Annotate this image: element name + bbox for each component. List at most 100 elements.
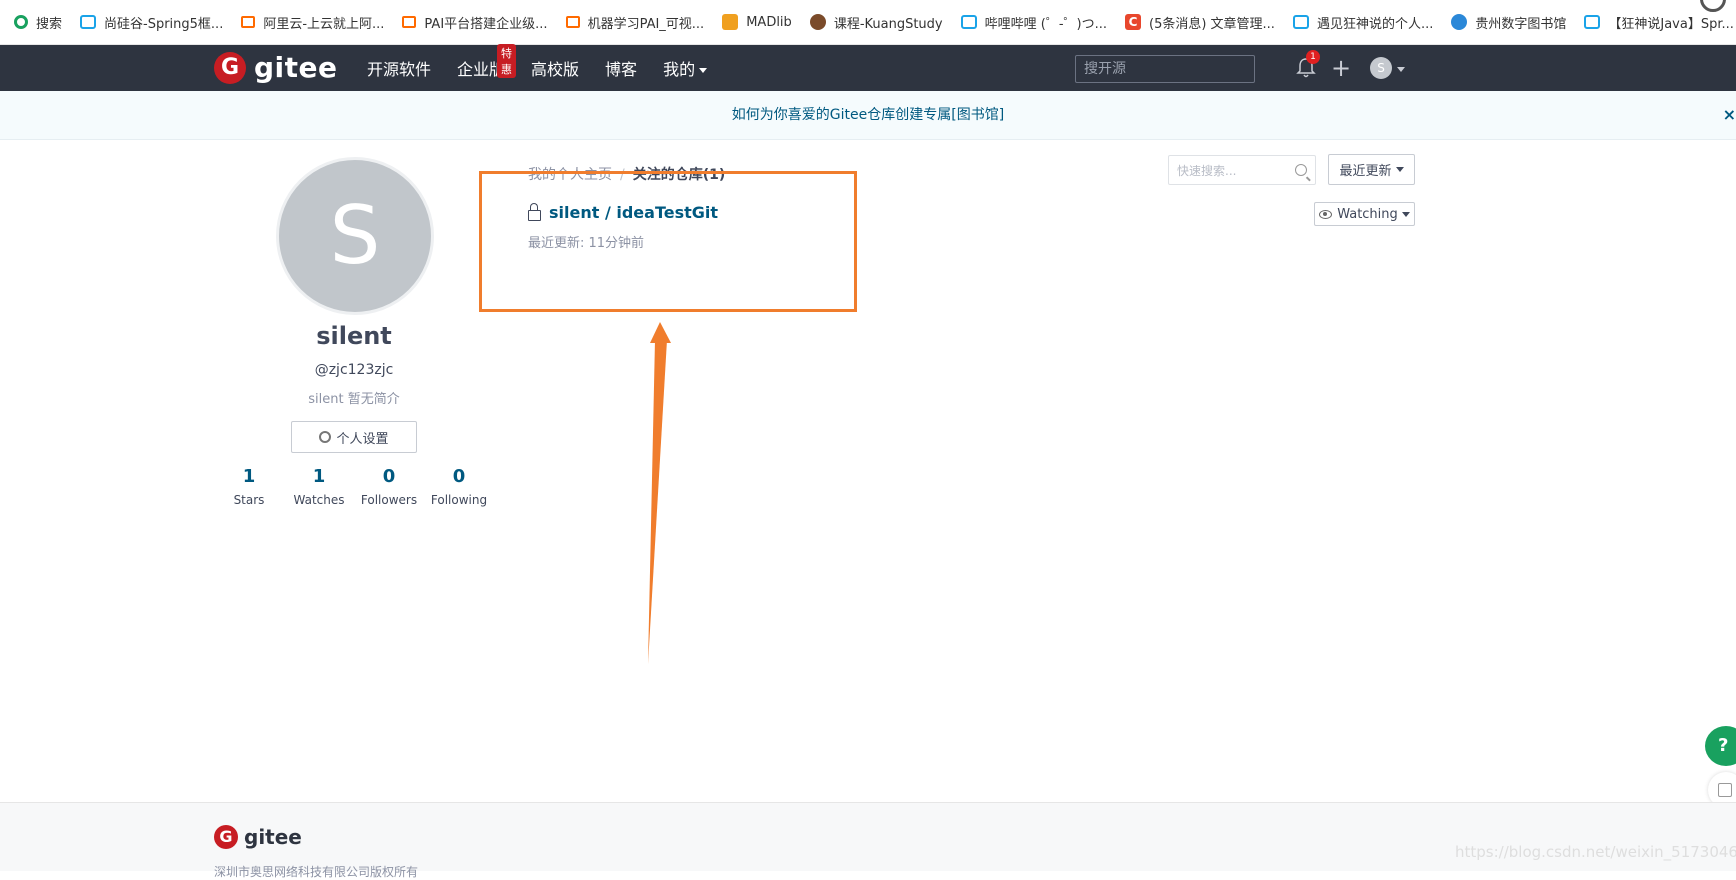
search-icon	[1295, 164, 1307, 176]
stat-value: 0	[452, 466, 466, 487]
eye-icon	[1319, 209, 1333, 219]
bookmark-spring5[interactable]: 尚硅谷-Spring5框...	[80, 13, 223, 32]
bookmarks-bar: 搜索 尚硅谷-Spring5框... 阿里云-上云就上阿... PAI平台搭建企…	[0, 0, 1736, 45]
bookmark-label: (5条消息) 文章管理...	[1149, 16, 1275, 32]
bookmark-kuangshen-java[interactable]: 【狂神说Java】Spr...	[1584, 13, 1734, 32]
bookmark-kuangshen[interactable]: 遇见狂神说的个人...	[1292, 13, 1434, 32]
profile-bio: silent 暂无简介	[308, 392, 400, 407]
nav-blog[interactable]: 博客	[605, 56, 637, 80]
plus-icon[interactable]: +	[1331, 56, 1351, 80]
notification-count-badge: 1	[1306, 50, 1320, 64]
chevron-down-icon	[699, 68, 708, 73]
gitee-logo[interactable]: G gitee	[214, 51, 338, 84]
bookmark-madlib[interactable]: MADlib	[722, 14, 792, 30]
chevron-down-icon	[1397, 67, 1405, 72]
nav-search-input[interactable]: 搜开源	[1075, 55, 1255, 83]
stat-label: Following	[430, 493, 488, 507]
banner-link[interactable]: 如何为你喜爱的Gitee仓库创建专属[图书馆]	[732, 107, 1004, 123]
search-icon	[14, 15, 28, 29]
bilibili-icon	[1584, 15, 1601, 29]
gitee-logo-icon: G	[214, 825, 238, 849]
bookmark-label: 遇见狂神说的个人...	[1316, 16, 1434, 32]
breadcrumb-home[interactable]: 我的个人主页	[528, 167, 612, 183]
footer-copyright: 深圳市奥思网络科技有限公司版权所有	[214, 865, 419, 879]
bookmark-label: 【狂神说Java】Spr...	[1608, 16, 1734, 32]
help-button[interactable]: ?	[1705, 726, 1736, 766]
bookmark-pai[interactable]: PAI平台搭建企业级...	[402, 13, 548, 32]
nav-open-source[interactable]: 开源软件	[367, 56, 431, 80]
watermark: https://blog.csdn.net/weixin_51730460	[1455, 843, 1736, 861]
bookmark-label: 搜索	[36, 16, 63, 32]
nav-mine[interactable]: 我的	[663, 56, 708, 80]
quick-search-input[interactable]: 快速搜索...	[1168, 155, 1316, 185]
sort-label: 最近更新	[1339, 164, 1392, 179]
profile-stats: 1 Stars 1 Watches 0 Followers 0 Followin…	[214, 466, 494, 507]
madlib-icon	[722, 14, 739, 30]
share-icon	[1718, 783, 1732, 797]
csdn-icon: C	[1125, 14, 1141, 30]
stat-value: 1	[312, 466, 326, 487]
profile-name: silent	[316, 322, 392, 350]
personal-settings-button[interactable]: 个人设置	[291, 421, 417, 453]
sort-dropdown[interactable]: 最近更新	[1328, 154, 1415, 185]
breadcrumb: 我的个人主页 / 关注的仓库(1)	[528, 164, 725, 184]
chevron-down-icon	[1395, 167, 1404, 172]
browser-profile-icon[interactable]	[1700, 0, 1726, 12]
nav-mine-label: 我的	[663, 60, 696, 79]
bilibili-icon	[1292, 15, 1309, 29]
profile-handle: @zjc123zjc	[314, 362, 394, 378]
bookmark-label: 尚硅谷-Spring5框...	[104, 16, 224, 32]
aliyun-icon	[402, 16, 417, 28]
nav-enterprise[interactable]: 企业版 特惠	[457, 44, 517, 80]
breadcrumb-separator: /	[620, 167, 625, 183]
repo-link[interactable]: silent / ideaTestGit	[549, 203, 718, 222]
top-nav: G gitee 开源软件 企业版 特惠 高校版 博客 我的 搜开源 1 + S	[0, 44, 1736, 91]
bookmark-label: 贵州数字图书馆	[1475, 16, 1567, 32]
lock-icon	[528, 203, 541, 221]
gitee-logo-text: gitee	[254, 51, 338, 84]
repo-item: silent / ideaTestGit	[528, 203, 718, 222]
bookmark-label: MADlib	[746, 14, 792, 30]
nav-university[interactable]: 高校版	[531, 56, 579, 80]
stat-watches[interactable]: 1 Watches	[284, 466, 354, 507]
stat-stars[interactable]: 1 Stars	[214, 466, 284, 507]
breadcrumb-current: 关注的仓库(1)	[632, 167, 726, 183]
info-banner: 如何为你喜爱的Gitee仓库创建专属[图书馆] ×	[0, 91, 1736, 140]
stat-label: Followers	[360, 493, 418, 507]
bookmark-ml-pai[interactable]: 机器学习PAI_可视...	[565, 13, 705, 32]
bilibili-icon	[80, 15, 97, 29]
bookmark-aliyun[interactable]: 阿里云-上云就上阿...	[241, 13, 384, 32]
settings-label: 个人设置	[336, 431, 389, 447]
stat-value: 1	[242, 466, 256, 487]
bookmark-bilibili[interactable]: 哔哩哔哩 (゜-゜)つ...	[960, 13, 1107, 32]
kuangstudy-icon	[809, 14, 826, 30]
stat-label: Watches	[293, 493, 345, 507]
bookmark-label: PAI平台搭建企业级...	[424, 16, 548, 32]
footer-logo[interactable]: G gitee	[214, 825, 302, 849]
stat-following[interactable]: 0 Following	[424, 466, 494, 507]
ie-icon	[1451, 14, 1468, 30]
bookmark-label: 机器学习PAI_可视...	[587, 16, 705, 32]
aliyun-icon	[241, 16, 256, 28]
bookmark-csdn[interactable]: C (5条消息) 文章管理...	[1125, 13, 1275, 32]
bookmark-kuangstudy[interactable]: 课程-KuangStudy	[809, 13, 943, 32]
close-icon[interactable]: ×	[1723, 91, 1736, 139]
bookmark-label: 课程-KuangStudy	[833, 16, 943, 32]
chevron-down-icon	[1401, 211, 1410, 217]
stat-followers[interactable]: 0 Followers	[354, 466, 424, 507]
footer-logo-text: gitee	[244, 825, 302, 849]
watching-dropdown[interactable]: Watching	[1314, 202, 1415, 226]
watch-label: Watching	[1337, 206, 1398, 222]
nav-links: 开源软件 企业版 特惠 高校版 博客 我的	[367, 44, 733, 91]
stat-value: 0	[382, 466, 396, 487]
aliyun-icon	[565, 16, 580, 28]
special-offer-badge: 特惠	[497, 44, 517, 78]
profile-avatar: S	[276, 157, 434, 315]
quick-search-placeholder: 快速搜索...	[1177, 164, 1237, 178]
bilibili-icon	[960, 15, 977, 29]
user-avatar-menu[interactable]: S	[1370, 57, 1392, 79]
stat-label: Stars	[233, 493, 265, 507]
bookmark-label: 哔哩哔哩 (゜-゜)つ...	[984, 16, 1107, 32]
bookmark-search[interactable]: 搜索	[14, 13, 62, 32]
bookmark-library[interactable]: 贵州数字图书馆	[1451, 13, 1566, 32]
